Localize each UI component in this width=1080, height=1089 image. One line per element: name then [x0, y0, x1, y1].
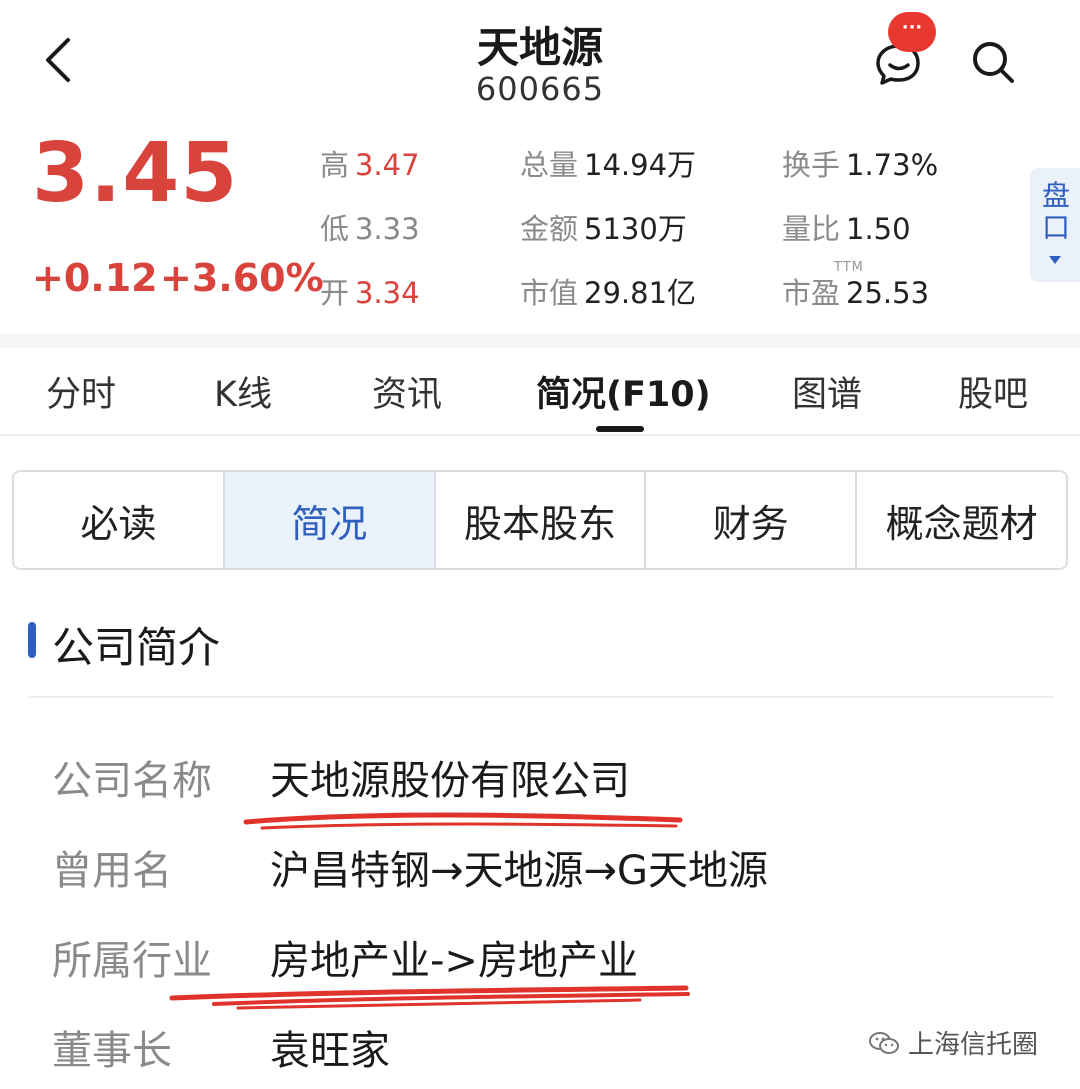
stat-market-cap-value: 29.81亿: [584, 276, 697, 310]
stat-pe-value: 25.53: [846, 276, 930, 310]
section-divider: [28, 696, 1054, 698]
stat-high-value: 3.47: [355, 148, 420, 182]
sub-tabs: 必读 简况 股本股东 财务 概念题材: [12, 470, 1068, 570]
stat-low-value: 3.33: [355, 212, 420, 246]
stat-high: 高 3.47: [320, 142, 420, 184]
watermark: 上海信托圈: [868, 1024, 1038, 1061]
stat-volume-ratio: 量比 1.50: [782, 206, 911, 248]
stat-volume-ratio-label: 量比: [782, 212, 841, 246]
stock-detail-page: 天地源 600665 ··· 3.45 +0.12 +3.60% 高 3.47 低…: [0, 0, 1080, 1089]
stat-high-label: 高: [320, 148, 350, 182]
stat-amount: 金额 5130万: [520, 206, 687, 248]
search-icon[interactable]: [968, 38, 1018, 86]
subtab-must-read[interactable]: 必读: [14, 472, 225, 568]
stat-turnover-value: 1.73%: [846, 148, 939, 182]
subtab-finance[interactable]: 财务: [646, 472, 858, 568]
caret-down-icon: [1049, 256, 1061, 264]
stat-amount-value: 5130万: [584, 212, 687, 246]
tab-intraday[interactable]: 分时: [46, 366, 116, 417]
subtab-overview[interactable]: 简况: [224, 472, 436, 568]
current-price: 3.45: [32, 126, 239, 221]
stat-low-label: 低: [320, 212, 350, 246]
price-change: +0.12: [32, 256, 158, 300]
tab-profile-f10[interactable]: 简况(F10): [536, 366, 711, 417]
former-names-label: 曾用名: [52, 848, 172, 894]
company-name-label: 公司名称: [52, 758, 212, 804]
stat-amount-label: 金额: [520, 212, 579, 246]
stat-volume: 总量 14.94万: [520, 142, 696, 184]
section-title: 公司简介: [52, 623, 221, 672]
stat-open-label: 开: [320, 276, 350, 310]
order-book-toggle[interactable]: 盘口: [1030, 168, 1080, 282]
industry-value: 房地产业->房地产业: [270, 938, 638, 984]
former-names-value: 沪昌特钢→天地源→G天地源: [270, 848, 769, 894]
underline-industry: [169, 985, 689, 1001]
chairman-label: 董事长: [52, 1028, 172, 1074]
watermark-text: 上海信托圈: [908, 1030, 1039, 1060]
stat-open-value: 3.34: [355, 276, 420, 310]
stat-volume-label: 总量: [520, 148, 579, 182]
stat-low: 低 3.33: [320, 206, 420, 248]
stat-pe-label: 市盈: [782, 276, 841, 310]
tab-news[interactable]: 资讯: [372, 366, 442, 417]
stat-turnover-label: 换手: [782, 148, 841, 182]
notification-badge: ···: [888, 12, 936, 52]
stat-pe: 市盈 25.53: [782, 270, 929, 312]
stat-market-cap: 市值 29.81亿: [520, 270, 696, 312]
active-tab-indicator: [596, 426, 644, 432]
wechat-icon: [869, 1031, 899, 1054]
industry-label: 所属行业: [52, 938, 212, 984]
subtab-concepts[interactable]: 概念题材: [857, 472, 1066, 568]
stat-volume-ratio-value: 1.50: [846, 212, 911, 246]
price-change-percent: +3.60%: [160, 256, 324, 300]
stat-open: 开 3.34: [320, 270, 420, 312]
tab-kline[interactable]: K线: [214, 366, 272, 417]
section-accent-bar: [28, 622, 36, 658]
section-gap: [0, 334, 1080, 348]
pe-ttm-tag: TTM: [834, 260, 864, 275]
company-name-value: 天地源股份有限公司: [270, 758, 630, 804]
stat-market-cap-label: 市值: [520, 276, 579, 310]
subtab-shareholders[interactable]: 股本股东: [436, 472, 647, 568]
stat-turnover: 换手 1.73%: [782, 142, 938, 184]
tab-graph[interactable]: 图谱: [792, 366, 862, 417]
main-tabs: 分时 K线 资讯 简况(F10) 图谱 股吧: [0, 348, 1080, 436]
order-book-label: 盘口: [1042, 179, 1071, 244]
chairman-value: 袁旺家: [270, 1028, 390, 1074]
underline-company-name: [243, 812, 683, 825]
tab-forum[interactable]: 股吧: [958, 366, 1028, 417]
stat-volume-value: 14.94万: [584, 148, 697, 182]
